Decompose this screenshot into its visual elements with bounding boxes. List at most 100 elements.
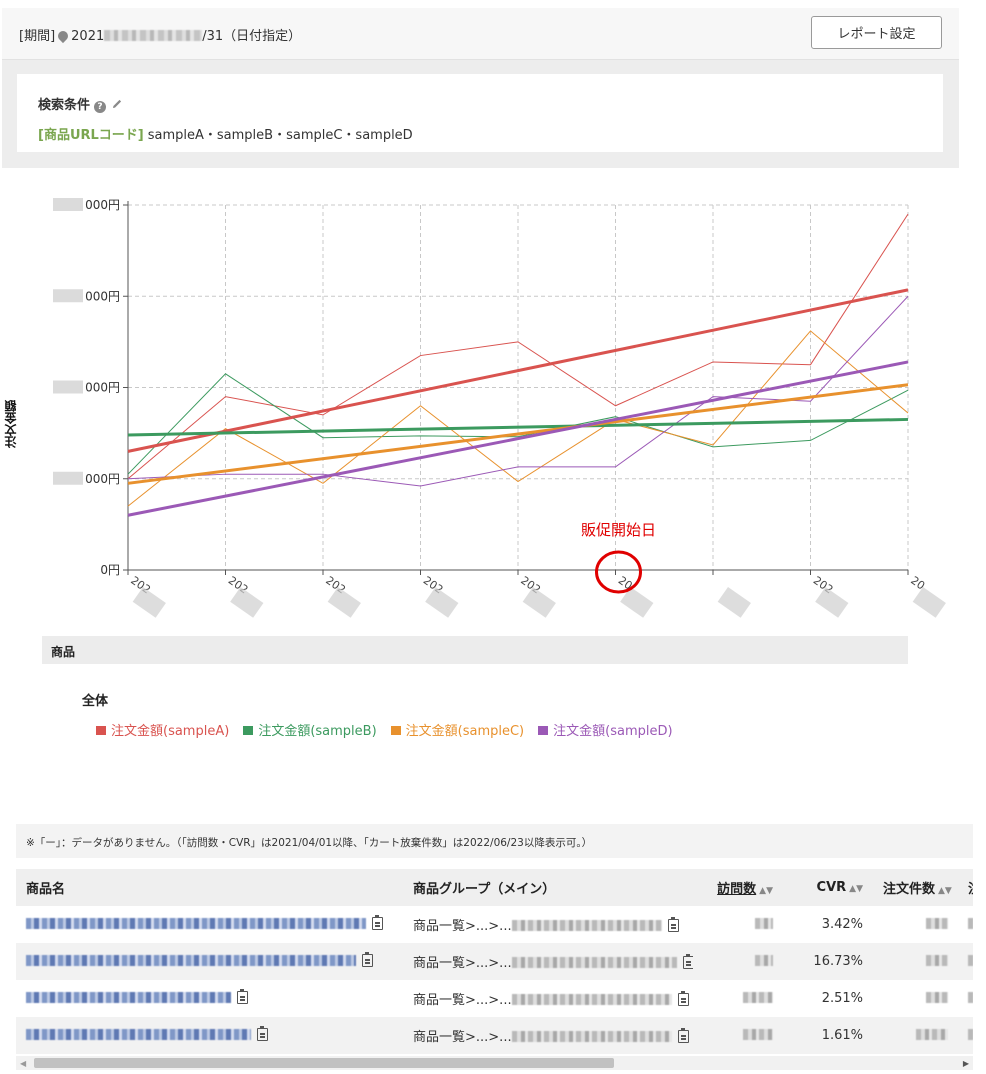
col-header-visits[interactable]: 訪問数 ▲▼ (693, 869, 783, 906)
y-axis-title: 注文金額 (4, 400, 18, 448)
period-text: [期間] 2021/31（日付指定） (19, 25, 301, 44)
visits-cell (693, 980, 783, 1017)
order-count-cell (873, 1017, 958, 1054)
col-header-cvr[interactable]: CVR ▲▼ (783, 869, 873, 906)
report-header-panel: [期間] 2021/31（日付指定） レポート設定 検索条件? [商品URLコード… (2, 8, 959, 168)
period-end: /31（日付指定） (202, 29, 302, 44)
table-row: 商品一覧>...>... 2.51% (16, 980, 973, 1017)
report-settings-button[interactable]: レポート設定 (811, 16, 942, 49)
product-group-text: 商品一覧>...>... (413, 1030, 512, 1045)
cvr-cell: 1.61% (783, 1017, 873, 1054)
location-pin-icon (56, 28, 71, 44)
redacted-amount (968, 1029, 973, 1040)
redacted-amount (968, 918, 973, 929)
clipboard-icon[interactable] (372, 915, 383, 930)
redacted-visits (743, 1029, 773, 1040)
product-name-cell[interactable] (16, 980, 403, 1017)
horizontal-scrollbar[interactable]: ◀ ▶ (16, 1056, 973, 1070)
table-row: 商品一覧>...>... 1.61% (16, 1017, 973, 1054)
period-prefix: [期間] (19, 29, 56, 44)
legend-item[interactable]: 注文金額(sampleC) (390, 720, 525, 739)
col-header-order-count[interactable]: 注文件数 ▲▼ (873, 869, 958, 906)
scroll-right-arrow-icon[interactable]: ▶ (963, 1059, 969, 1068)
search-conditions-line: [商品URLコード] sampleA・sampleB・sampleC・sample… (38, 124, 413, 143)
data-note: ※「ー」：データがありません。（「訪問数・CVR」は2021/04/01以降、「… (16, 824, 973, 858)
redacted-y-tick (53, 380, 83, 394)
search-conditions-box: 検索条件? [商品URLコード] sampleA・sampleB・sampleC・… (17, 74, 943, 152)
product-group-cell: 商品一覧>...>... (403, 943, 693, 980)
clipboard-icon[interactable] (667, 917, 679, 932)
product-name-link[interactable] (26, 918, 366, 929)
redacted-y-tick (53, 471, 83, 485)
table-header-row: 商品名 商品グループ（メイン） 訪問数▲▼ CVR▲▼ 注文件数▲▼ 注文金 (16, 869, 973, 906)
redacted-x-tick (912, 587, 946, 618)
period-row: [期間] 2021/31（日付指定） レポート設定 (2, 8, 959, 60)
chart-svg: 000円000円000円000円0円202 202 202 202 202 20 202 20… (53, 198, 946, 618)
product-group-cell: 商品一覧>...>... (403, 906, 693, 943)
legend-swatch (390, 726, 401, 735)
product-group-text: 商品一覧>...>... (413, 956, 512, 971)
clipboard-icon[interactable] (677, 991, 689, 1006)
order-count-cell (873, 906, 958, 943)
redacted-y-tick (53, 198, 83, 211)
section-label: 商品 (51, 645, 76, 659)
legend-item[interactable]: 注文金額(sampleD) (538, 720, 673, 739)
redacted-amount (968, 955, 973, 966)
legend-label: 注文金額(sampleA) (111, 724, 230, 739)
sales-chart: 000円 000円 000円 000円 0円 202 202 202 202 202 20 202 20… (0, 185, 986, 630)
help-icon[interactable]: ? (94, 101, 107, 113)
clipboard-icon[interactable] (362, 952, 373, 967)
y-tick-label: 000円 (85, 289, 120, 303)
order-amount-cell (958, 943, 973, 980)
product-name-link[interactable] (26, 992, 231, 1003)
product-name-link[interactable] (26, 1029, 251, 1040)
redacted-orders (926, 992, 948, 1003)
redacted-x-tick (717, 586, 751, 618)
cvr-cell: 3.42% (821, 917, 863, 932)
order-count-cell (873, 943, 958, 980)
col-header-order-amount[interactable]: 注文金 (958, 869, 973, 906)
cvr-cell: 16.73% (783, 943, 873, 980)
clipboard-icon[interactable] (257, 1026, 268, 1041)
product-name-cell[interactable] (16, 906, 403, 943)
redacted-orders (926, 955, 948, 966)
order-amount-cell (958, 906, 973, 943)
y-tick-label: 0円 (100, 563, 120, 577)
redacted-x-tick (327, 586, 361, 618)
order-count-header-label[interactable]: 注文件数 (883, 882, 935, 897)
legend: 注文金額(sampleA) 注文金額(sampleB) 注文金額(sampleC) 注… (96, 720, 687, 739)
legend-item[interactable]: 注文金額(sampleA) (96, 720, 229, 739)
redacted-visits (755, 918, 773, 929)
product-name-cell[interactable] (16, 1017, 403, 1054)
clipboard-icon[interactable] (237, 989, 248, 1004)
table-row: 商品一覧>...>... 16.73% (16, 943, 973, 980)
edit-pencil-icon[interactable] (111, 98, 123, 110)
sort-icon[interactable]: ▲▼ (759, 886, 773, 896)
clipboard-icon[interactable] (682, 954, 693, 969)
product-name-cell[interactable] (16, 943, 403, 980)
product-group-cell: 商品一覧>...>... (403, 980, 693, 1017)
col-header-product-name: 商品名 (16, 869, 403, 906)
redacted-x-tick (132, 586, 166, 618)
visits-cell (693, 906, 783, 943)
product-name-link[interactable] (26, 955, 356, 966)
section-bar: 商品 (42, 636, 908, 664)
legend-item[interactable]: 注文金額(sampleB) (243, 720, 377, 739)
product-group-text: 商品一覧>...>... (413, 919, 512, 934)
redacted-visits (755, 955, 773, 966)
sort-icon[interactable]: ▲▼ (938, 886, 952, 896)
visits-header-label[interactable]: 訪問数 (717, 882, 756, 897)
order-count-cell (873, 980, 958, 1017)
clipboard-icon[interactable] (677, 1028, 689, 1043)
cvr-header-label[interactable]: CVR (817, 880, 847, 895)
legend-label: 注文金額(sampleC) (405, 724, 525, 739)
redacted-amount (968, 992, 973, 1003)
sort-icon[interactable]: ▲▼ (849, 884, 863, 894)
scroll-left-arrow-icon[interactable]: ◀ (20, 1059, 26, 1068)
y-tick-label: 000円 (85, 198, 120, 212)
legend-swatch (243, 726, 254, 735)
condition-key: [商品URLコード] (38, 128, 144, 143)
redacted-y-tick (53, 289, 83, 303)
redacted-x-tick (230, 586, 264, 618)
scrollbar-thumb[interactable] (34, 1058, 614, 1068)
